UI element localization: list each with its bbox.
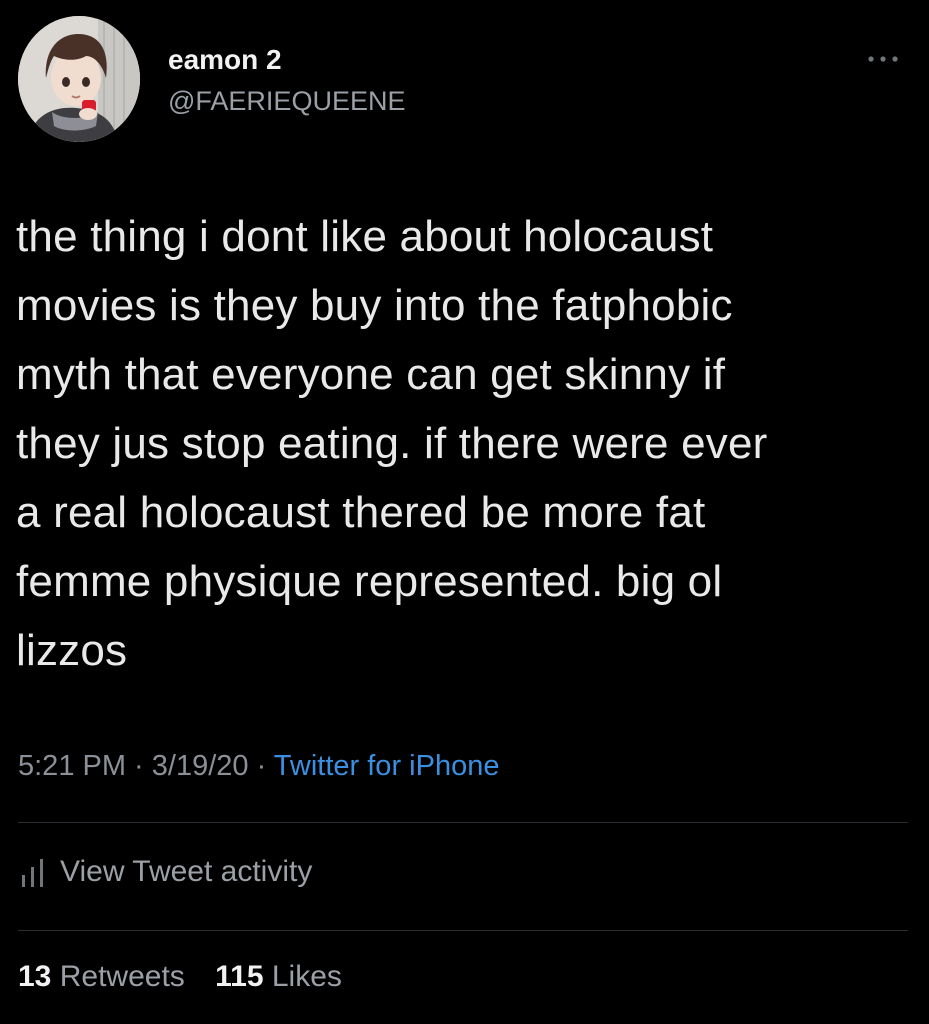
meta-separator: · xyxy=(248,750,274,782)
tweet-text-line: they jus stop eating. if there were ever xyxy=(16,419,768,468)
tweet-meta: 5:21 PM · 3/19/20 · Twitter for iPhone xyxy=(18,750,499,783)
view-tweet-activity-label: View Tweet activity xyxy=(60,855,313,888)
likes-label: Likes xyxy=(271,960,342,993)
tweet-text-line: the thing i dont like about holocaust xyxy=(16,212,714,261)
tweet-text-line: myth that everyone can get skinny if xyxy=(16,350,726,399)
view-tweet-activity-button[interactable]: View Tweet activity xyxy=(18,852,312,892)
avatar[interactable] xyxy=(18,16,140,142)
tweet-text-line: a real holocaust thered be more fat xyxy=(16,488,706,537)
tweet-text-line: lizzos xyxy=(16,626,128,675)
tweet-stats: 13 Retweets 115 Likes xyxy=(18,960,364,994)
tweet-text-line: femme physique represented. big ol xyxy=(16,557,723,606)
display-name[interactable]: eamon 2 xyxy=(168,44,282,76)
retweets-label: Retweets xyxy=(59,960,185,993)
tweet-time[interactable]: 5:21 PM xyxy=(18,750,126,782)
meta-separator: · xyxy=(126,750,152,782)
retweets-count: 13 xyxy=(18,960,52,993)
tweet-source-link[interactable]: Twitter for iPhone xyxy=(274,750,500,782)
retweets-stat[interactable]: 13 Retweets xyxy=(18,960,185,994)
tweet-text: the thing i dont like about holocaust mo… xyxy=(16,202,916,685)
more-horizontal-icon[interactable] xyxy=(866,52,900,66)
tweet-card: eamon 2 @FAERIEQUEENE the thing i dont l… xyxy=(0,0,929,1024)
divider xyxy=(18,822,908,823)
likes-stat[interactable]: 115 Likes xyxy=(215,960,342,994)
divider xyxy=(18,930,908,931)
anime-character-avatar-icon xyxy=(18,16,140,142)
tweet-date[interactable]: 3/19/20 xyxy=(152,750,249,782)
likes-count: 115 xyxy=(215,960,264,993)
tweet-text-line: movies is they buy into the fatphobic xyxy=(16,281,733,330)
bar-chart-icon xyxy=(22,859,43,887)
user-handle[interactable]: @FAERIEQUEENE xyxy=(168,86,405,117)
